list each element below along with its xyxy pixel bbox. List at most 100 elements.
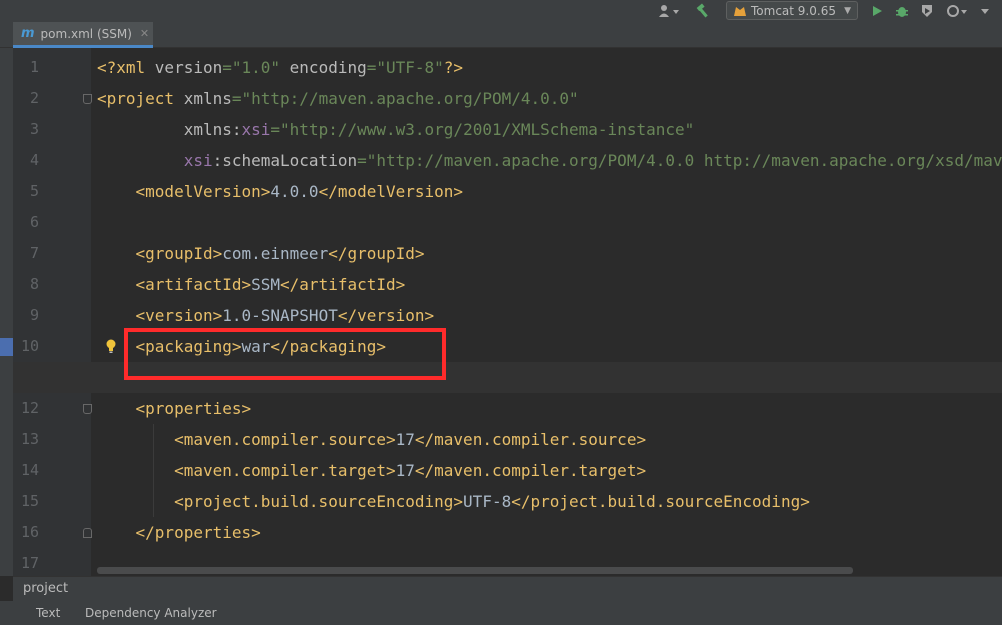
code-token: xsi (97, 151, 213, 170)
line-number: 16 (20, 523, 39, 541)
left-tool-strip (0, 48, 13, 576)
code-token: <version> (97, 306, 223, 325)
line-number: 10 (20, 337, 39, 355)
code-line[interactable]: <modelVersion>4.0.0</modelVersion> (97, 176, 464, 207)
line-number: 4 (29, 151, 39, 169)
bottom-tab-bar: Text Dependency Analyzer (0, 601, 1002, 625)
close-icon[interactable]: ✕ (140, 27, 149, 40)
code-token: </properties> (97, 523, 261, 542)
breadcrumb[interactable]: project (13, 576, 1002, 601)
code-token: version (154, 58, 223, 77)
fold-marker-icon[interactable] (83, 528, 92, 538)
indent-guide (153, 424, 154, 517)
line-number: 17 (20, 554, 39, 572)
code-token: ="http://maven.apache.org/POM/4.0.0" (231, 89, 579, 108)
code-token: 1.0-SNAPSHOT (222, 306, 338, 325)
user-icon[interactable] (656, 3, 682, 19)
code-token: 4.0.0 (270, 182, 319, 201)
line-number: 14 (20, 461, 39, 479)
code-token: ="http://www.w3.org/2001/XMLSchema-insta… (270, 120, 695, 139)
line-number: 2 (29, 89, 39, 107)
run-configuration-selector[interactable]: Tomcat 9.0.65 ▼ (726, 1, 858, 20)
tomcat-icon (733, 5, 747, 17)
run-configuration-label: Tomcat 9.0.65 (751, 3, 836, 18)
code-token: :schemaLocation (212, 151, 358, 170)
fold-marker-icon[interactable] (83, 94, 92, 104)
line-number: 3 (29, 120, 39, 138)
profile-icon[interactable] (944, 3, 970, 19)
code-token: </version> (337, 306, 435, 325)
code-line[interactable]: xsi:schemaLocation="http://maven.apache.… (97, 145, 1002, 176)
run-icon[interactable] (868, 3, 886, 19)
code-line[interactable]: <groupId>com.einmeer</groupId> (97, 238, 425, 269)
code-token: xsi (241, 120, 271, 139)
code-line[interactable]: <properties> (97, 393, 252, 424)
code-line[interactable]: <project xmlns="http://maven.apache.org/… (97, 83, 579, 114)
tool-window-marker[interactable] (0, 338, 13, 356)
tab-text[interactable]: Text (36, 606, 60, 620)
code-editor[interactable]: 1234567891011121314151617 <?xml version=… (13, 48, 1002, 576)
tab-pom-xml[interactable]: m pom.xml (SSM) ✕ (13, 22, 153, 48)
tab-dependency-analyzer[interactable]: Dependency Analyzer (85, 606, 217, 620)
code-token: xmlns: (97, 120, 242, 139)
code-token: </modelVersion> (318, 182, 464, 201)
line-number: 6 (29, 213, 39, 231)
line-number: 12 (20, 399, 39, 417)
code-line[interactable]: xmlns:xsi="http://www.w3.org/2001/XMLSch… (97, 114, 695, 145)
line-number: 15 (20, 492, 39, 510)
code-token: <project.build.sourceEncoding> (97, 492, 464, 511)
code-token: <?xml (97, 58, 155, 77)
line-number: 7 (29, 244, 39, 262)
code-token: com.einmeer (222, 244, 329, 263)
chevron-down-icon: ▼ (844, 5, 851, 16)
code-line[interactable]: <version>1.0-SNAPSHOT</version> (97, 300, 435, 331)
code-token: </artifactId> (280, 275, 406, 294)
code-token: </maven.compiler.target> (414, 461, 647, 480)
editor-tab-bar: m pom.xml (SSM) ✕ (0, 22, 1002, 48)
code-token: <modelVersion> (97, 182, 271, 201)
code-token: xmlns (183, 89, 232, 108)
code-line[interactable]: <?xml version="1.0" encoding="UTF-8"?> (97, 52, 463, 83)
code-line[interactable]: <project.build.sourceEncoding>UTF-8</pro… (97, 486, 810, 517)
coverage-icon[interactable] (918, 3, 936, 19)
line-number-gutter: 1234567891011121314151617 (13, 48, 92, 576)
breadcrumb-item[interactable]: project (23, 581, 68, 596)
line-number: 8 (29, 275, 39, 293)
more-options-icon[interactable] (978, 3, 992, 19)
code-token: <properties> (97, 399, 252, 418)
code-token: </maven.compiler.source> (414, 430, 647, 449)
code-token: </project.build.sourceEncoding> (511, 492, 810, 511)
code-token: SSM (251, 275, 281, 294)
annotation-highlight-box (124, 328, 446, 380)
code-token: ?> (443, 58, 464, 77)
line-number: 5 (29, 182, 39, 200)
code-line[interactable]: <maven.compiler.target>17</maven.compile… (97, 455, 646, 486)
lightbulb-icon[interactable] (105, 338, 117, 354)
horizontal-scrollbar[interactable] (97, 567, 853, 574)
code-token: <groupId> (97, 244, 223, 263)
build-hammer-icon[interactable] (694, 3, 712, 19)
code-token: ="http://maven.apache.org/POM/4.0.0 http… (357, 151, 1002, 170)
code-token: encoding (280, 58, 367, 77)
line-number: 13 (20, 430, 39, 448)
code-token: </groupId> (328, 244, 425, 263)
main-toolbar: Tomcat 9.0.65 ▼ (0, 0, 1002, 22)
code-line[interactable]: <maven.compiler.source>17</maven.compile… (97, 424, 646, 455)
maven-file-icon: m (21, 26, 35, 41)
code-token: 17 (395, 430, 415, 449)
code-token: UTF-8 (463, 492, 512, 511)
code-token: <project (97, 89, 184, 108)
code-token: <maven.compiler.source> (97, 430, 396, 449)
code-token: ="UTF-8" (366, 58, 444, 77)
line-number: 1 (29, 58, 39, 76)
line-number: 9 (29, 306, 39, 324)
tab-label: pom.xml (SSM) (40, 26, 132, 41)
code-token: <artifactId> (97, 275, 252, 294)
code-line[interactable]: </properties> (97, 517, 261, 548)
code-line[interactable]: <artifactId>SSM</artifactId> (97, 269, 406, 300)
debug-icon[interactable] (893, 3, 911, 19)
code-token: <maven.compiler.target> (97, 461, 396, 480)
code-token: ="1.0" (222, 58, 281, 77)
fold-marker-icon[interactable] (83, 404, 92, 414)
code-token: 17 (395, 461, 415, 480)
